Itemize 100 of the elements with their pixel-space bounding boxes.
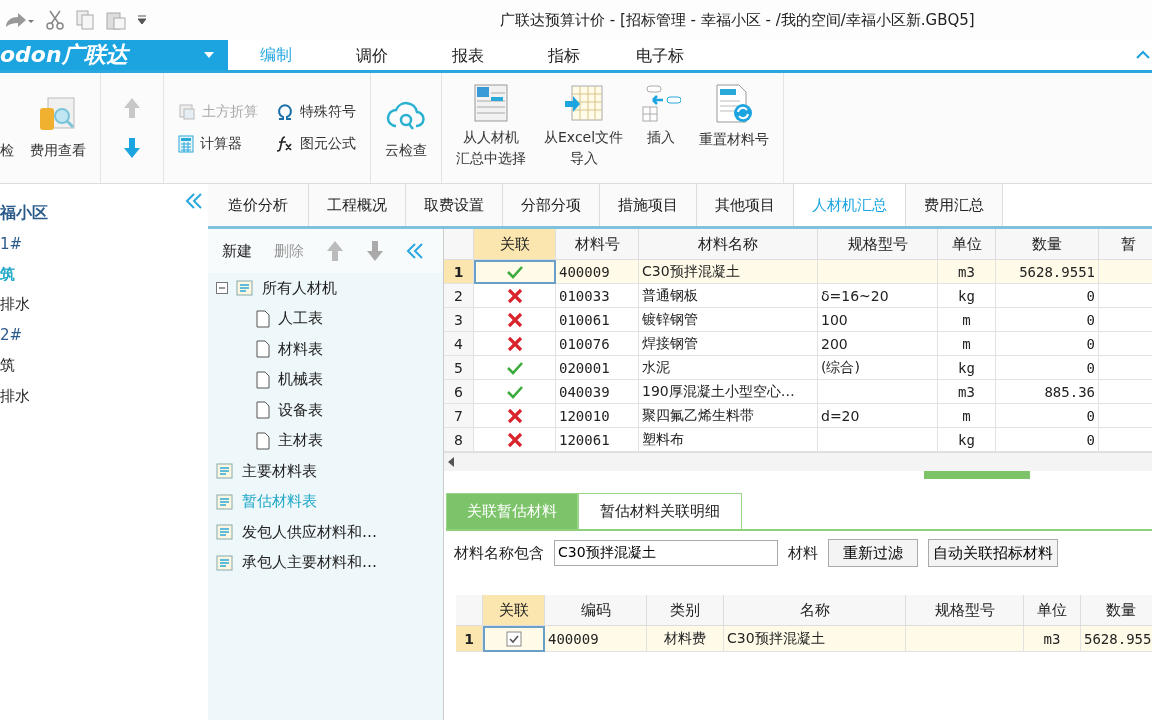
dropdown-icon[interactable] <box>138 15 146 25</box>
filter-field[interactable]: C30预拌混凝土 <box>554 540 778 566</box>
project-tree-item[interactable]: 1# <box>0 228 180 259</box>
ribbon-tool[interactable]: 从人材机 汇总中选择 <box>456 83 526 169</box>
table-cell: 水泥 <box>639 356 818 380</box>
copy-icon[interactable] <box>76 10 94 30</box>
view-tab[interactable]: 取费设置 <box>406 184 503 226</box>
column-header: 单位 <box>938 229 996 260</box>
table-cell: (综合) <box>818 356 938 380</box>
tree-item[interactable]: 主材表 <box>208 425 443 456</box>
column-header: 单位 <box>1024 595 1081 626</box>
table-cell: 5628.9551 <box>996 260 1099 284</box>
table-cell: 190厚混凝土小型空心… <box>639 380 818 404</box>
ribbon-tool[interactable]: 插入 <box>641 83 682 148</box>
ribbon-tab[interactable]: 指标 <box>516 40 612 73</box>
row-number: 4 <box>444 332 474 356</box>
project-tree-item[interactable]: 筑 <box>0 350 180 381</box>
move-down-icon[interactable] <box>123 137 141 159</box>
fee-view-button[interactable]: 费用查看 <box>30 95 86 161</box>
table-cell: 010061 <box>556 308 639 332</box>
row-number: 5 <box>444 356 474 380</box>
cross-icon <box>506 335 523 352</box>
document-icon <box>256 431 270 450</box>
project-tree-item[interactable]: 2# <box>0 320 180 351</box>
view-tab[interactable]: 造价分析 <box>208 184 309 226</box>
table-cell: kg <box>938 284 996 308</box>
scroll-left-icon[interactable] <box>448 457 454 467</box>
collapse-icon[interactable] <box>406 242 424 260</box>
tree-item[interactable]: 所有人材机 <box>208 273 443 304</box>
table-cell: m <box>938 308 996 332</box>
project-tree-item[interactable]: 福小区 <box>0 198 180 229</box>
column-header: 数量 <box>1081 595 1152 626</box>
table-cell: m3 <box>1024 626 1081 652</box>
table-cell: C30预拌混凝土 <box>724 626 906 652</box>
table-cell: 040039 <box>556 380 639 404</box>
column-header: 规格型号 <box>906 595 1024 626</box>
tree-item[interactable]: 人工表 <box>208 303 443 334</box>
omega-icon <box>276 103 294 121</box>
move-up-icon[interactable] <box>123 97 141 119</box>
table-cell: 材料费 <box>647 626 724 652</box>
table-cell: δ=16~20 <box>818 284 938 308</box>
view-tab[interactable]: 措施项目 <box>600 184 697 226</box>
table-cell: d=20 <box>818 404 938 428</box>
caret-icon <box>204 52 214 58</box>
view-tab[interactable]: 费用汇总 <box>906 184 1003 226</box>
column-header: 编码 <box>545 595 647 626</box>
filter-button[interactable]: 重新过滤 <box>828 539 918 567</box>
checkbox[interactable] <box>505 630 522 647</box>
ribbon-tool[interactable]: 重置材料号 <box>699 83 770 150</box>
detail-tab[interactable]: 暂估材料关联明细 <box>578 493 742 529</box>
table-icon <box>216 523 234 542</box>
tree-item[interactable]: 机械表 <box>208 364 443 395</box>
filter-label: 材料名称包含 <box>454 543 544 563</box>
redo-icon[interactable] <box>4 11 34 29</box>
move-up-icon[interactable] <box>326 240 344 262</box>
table-cell: m <box>938 332 996 356</box>
cloud-check-button[interactable]: 云检查 <box>385 95 427 161</box>
project-tree-item[interactable]: 排水 <box>0 289 180 320</box>
table-cell: kg <box>938 428 996 452</box>
row-number: 3 <box>444 308 474 332</box>
tree-item[interactable]: 设备表 <box>208 395 443 426</box>
collapse-ribbon-icon[interactable] <box>1136 50 1150 60</box>
cut-icon[interactable] <box>46 10 64 30</box>
ribbon-tab[interactable]: 报表 <box>420 40 516 73</box>
table-icon <box>216 492 234 511</box>
move-down-icon[interactable] <box>366 240 384 262</box>
cross-icon <box>506 287 523 304</box>
table-sum-icon <box>473 83 509 123</box>
column-header: 类别 <box>647 595 724 626</box>
view-tab[interactable]: 分部分项 <box>503 184 600 226</box>
view-tab[interactable]: 工程概况 <box>309 184 406 226</box>
spreadsheet-import-icon <box>563 83 604 123</box>
ribbon-tool[interactable]: 从Excel文件 导入 <box>544 83 624 169</box>
tree-item[interactable]: 承包人主要材料和… <box>208 547 443 578</box>
project-tree-item[interactable]: 排水 <box>0 381 180 412</box>
filter-label: 材料 <box>788 543 818 563</box>
cross-icon <box>506 407 523 424</box>
check-button[interactable]: 检 <box>0 95 14 161</box>
table-cell: kg <box>938 356 996 380</box>
table-cell: 0 <box>996 284 1099 308</box>
table-cell: 镀锌钢管 <box>639 308 818 332</box>
tree-item[interactable]: 主要材料表 <box>208 456 443 487</box>
collapse-icon[interactable] <box>185 192 203 210</box>
ribbon-tab[interactable]: 电子标 <box>612 40 708 73</box>
table-cell: 0 <box>996 356 1099 380</box>
tree-item[interactable]: 材料表 <box>208 334 443 365</box>
ribbon-tool[interactable]: 计算器 <box>178 135 258 153</box>
filter-button[interactable]: 自动关联招标材料 <box>928 539 1058 567</box>
ribbon-tool[interactable]: 图元公式 <box>276 135 356 153</box>
tree-item[interactable]: 发包人供应材料和… <box>208 517 443 548</box>
new-button[interactable]: 新建 <box>222 241 252 261</box>
collapse-node-icon[interactable] <box>216 282 228 295</box>
document-icon <box>256 309 270 328</box>
paste-icon[interactable] <box>106 10 126 30</box>
document-icon <box>256 340 270 359</box>
view-tab[interactable]: 其他项目 <box>697 184 794 226</box>
column-header: 材料名称 <box>639 229 818 260</box>
ribbon-tool[interactable]: 特殊符号 <box>276 103 356 121</box>
ribbon-tab[interactable]: 调价 <box>324 40 420 73</box>
splitter-handle[interactable] <box>924 471 1030 479</box>
